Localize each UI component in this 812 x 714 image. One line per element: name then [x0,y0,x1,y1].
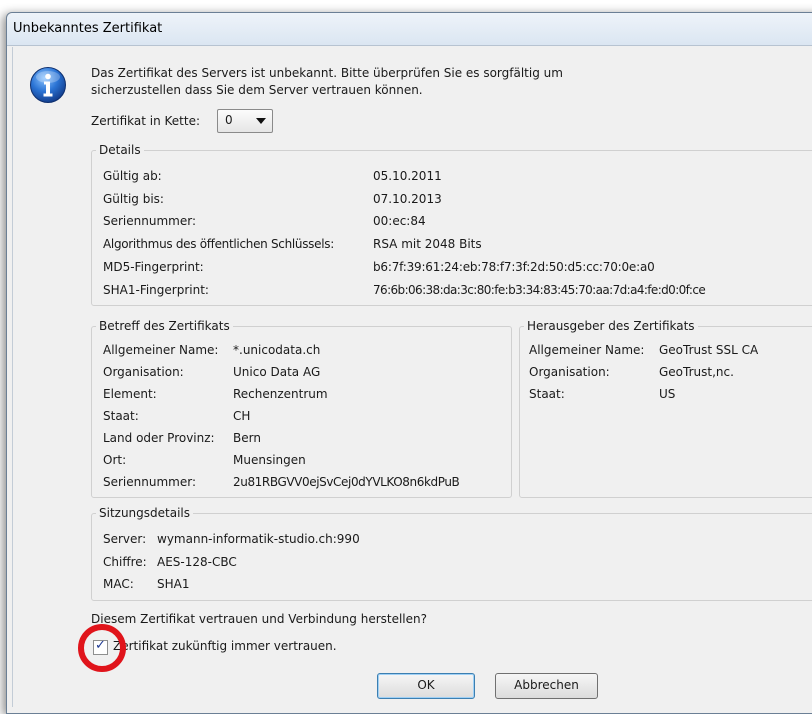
subject-legend: Betreff des Zertifikats [99,319,230,333]
issuer-label-state: Staat: [529,387,565,401]
chain-select-value: 0 [225,113,233,127]
message-line-2: sicherzustellen dass Sie dem Server vert… [91,83,423,97]
subject-label-state: Staat: [103,409,139,423]
session-label-mac: MAC: [103,577,134,591]
subject-label-serial: Seriennummer: [103,475,196,489]
details-value-valid-from: 05.10.2011 [373,169,442,183]
issuer-label-organisation: Organisation: [529,365,610,379]
session-value-mac: SHA1 [157,577,190,591]
details-value-serial: 00:ec:84 [373,214,426,228]
message-text: Das Zertifikat des Servers ist unbekannt… [91,65,691,99]
chain-label: Zertifikat in Kette: [91,114,200,128]
subject-value-province: Bern [233,431,261,445]
details-label-valid-to: Gültig bis: [103,192,164,206]
issuer-value-organisation: GeoTrust,nc. [659,365,734,379]
subject-label-common-name: Allgemeiner Name: [103,343,219,357]
subject-label-organisation: Organisation: [103,365,184,379]
message-line-1: Das Zertifikat des Servers ist unbekannt… [91,66,563,80]
info-icon [30,67,66,103]
subject-label-city: Ort: [103,453,127,467]
details-value-valid-to: 07.10.2013 [373,192,442,206]
details-value-sha1: 76:6b:06:38:da:3c:80:fe:b3:34:83:45:70:a… [373,283,706,297]
dialog-title: Unbekanntes Zertifikat [13,21,163,36]
always-trust-label[interactable]: Zertifikat zukünftig immer vertrauen. [113,639,337,653]
details-legend: Details [99,143,141,157]
subject-value-organisation: Unico Data AG [233,365,321,379]
subject-value-element: Rechenzentrum [233,387,328,401]
chevron-down-icon [256,118,266,124]
details-label-md5: MD5-Fingerprint: [103,260,204,274]
issuer-legend: Herausgeber des Zertifikats [527,319,695,333]
subject-label-element: Element: [103,387,157,401]
details-value-algorithm: RSA mit 2048 Bits [373,237,482,251]
details-value-md5: b6:7f:39:61:24:eb:78:f7:3f:2d:50:d5:cc:7… [373,260,655,274]
session-legend: Sitzungsdetails [99,506,191,520]
subject-label-province: Land oder Provinz: [103,431,215,445]
subject-value-common-name: *.unicodata.ch [233,343,321,357]
session-value-cipher: AES-128-CBC [157,555,237,569]
chain-select[interactable]: 0 [217,109,273,133]
details-group: Details [91,143,812,306]
subject-value-state: CH [233,409,251,423]
details-label-serial: Seriennummer: [103,214,196,228]
title-bar[interactable]: Unbekanntes Zertifikat [7,13,812,46]
issuer-label-common-name: Allgemeiner Name: [529,343,645,357]
issuer-value-common-name: GeoTrust SSL CA [659,343,759,357]
highlight-circle [78,624,126,672]
session-value-server: wymann-informatik-studio.ch:990 [157,532,360,546]
details-label-valid-from: Gültig ab: [103,169,162,183]
subject-value-city: Muensingen [233,453,306,467]
trust-question: Diesem Zertifikat vertrauen und Verbindu… [91,612,427,626]
details-label-sha1: SHA1-Fingerprint: [103,283,209,297]
details-label-algorithm: Algorithmus des öffentlichen Schlüssels: [103,237,334,251]
ok-button[interactable]: OK [377,673,475,699]
session-label-server: Server: [103,532,147,546]
cancel-button[interactable]: Abbrechen [495,673,598,699]
session-group: Sitzungsdetails [91,506,812,601]
session-label-cipher: Chiffre: [103,555,147,569]
subject-value-serial: 2u81RBGVV0ejSvCej0dYVLKO8n6kdPuB [233,475,460,489]
issuer-value-state: US [659,387,676,401]
